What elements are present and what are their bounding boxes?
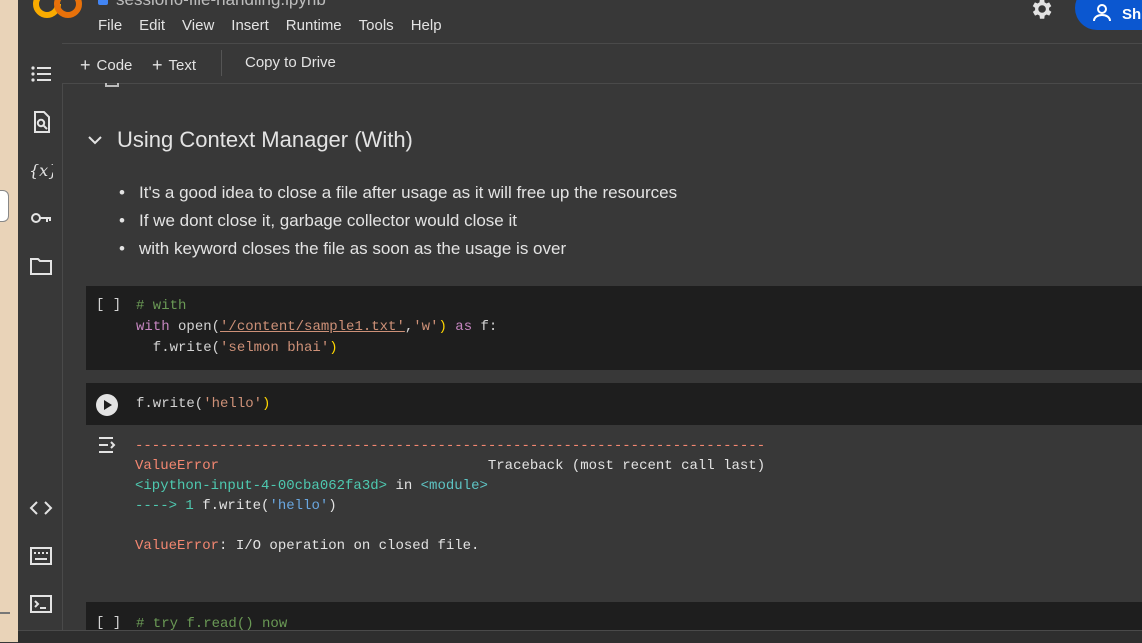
module-ref: <module> (420, 478, 488, 494)
share-label: Sh (1122, 6, 1142, 23)
desktop-edge (0, 0, 18, 642)
code-cell-1[interactable]: [ ] # with with open('/content/sample1.t… (86, 286, 1142, 370)
code-call: f.write( (136, 396, 204, 412)
add-code-label: Code (96, 57, 133, 74)
traceback-label: Traceback (most recent call last) (219, 458, 766, 474)
files-folder-icon[interactable] (29, 254, 53, 278)
left-sidebar: {x} (18, 43, 63, 642)
menu-runtime[interactable]: Runtime (286, 17, 351, 34)
cell-output: ----------------------------------------… (135, 436, 765, 556)
toolbar-divider (221, 50, 222, 76)
plus-icon: + (152, 55, 163, 75)
menu-edit[interactable]: Edit (139, 17, 174, 34)
chevron-down-icon[interactable] (87, 132, 103, 148)
code-string: 'hello' (203, 396, 263, 412)
run-cell-bracket[interactable]: [ ] (96, 615, 121, 630)
menu-help[interactable]: Help (411, 17, 451, 34)
code-paren: ) (329, 340, 338, 356)
edge-tick (0, 612, 10, 614)
copy-to-drive-button[interactable]: Copy to Drive (245, 54, 336, 71)
cell-edge-icon (105, 83, 119, 87)
code-comment: # try f.read() now (136, 616, 288, 630)
secrets-key-icon[interactable] (29, 206, 53, 230)
notebook-toolbar: + Code + Text Copy to Drive (62, 43, 1142, 84)
header: session6-file-handling.ipynb File Edit V… (18, 0, 1142, 42)
variables-icon[interactable]: {x} (29, 158, 53, 182)
traceback-code: f.write( (202, 498, 270, 514)
command-palette-icon[interactable] (29, 544, 53, 568)
notebook-title[interactable]: session6-file-handling.ipynb (116, 0, 326, 9)
menu-file[interactable]: File (98, 17, 131, 34)
menu-view[interactable]: View (182, 17, 223, 34)
notebook-content[interactable]: Using Context Manager (With) It's a good… (63, 83, 1142, 630)
final-error-message: : I/O operation on closed file. (219, 538, 480, 554)
output-actions-icon[interactable] (97, 435, 119, 455)
status-bar (18, 630, 1142, 643)
code-paren: ) (438, 319, 447, 335)
section-title: Using Context Manager (With) (117, 127, 413, 152)
add-text-button[interactable]: + Text (152, 54, 196, 75)
error-name: ValueError (135, 458, 220, 474)
colab-app: session6-file-handling.ipynb File Edit V… (18, 0, 1142, 643)
bullet-list: It's a good idea to close a file after u… (119, 179, 677, 263)
notebook-title-row[interactable]: session6-file-handling.ipynb (98, 0, 326, 10)
share-button[interactable]: Sh (1075, 0, 1142, 30)
traceback-divider: ----------------------------------------… (135, 438, 766, 454)
add-text-label: Text (168, 57, 197, 74)
bullet-item: If we dont close it, garbage collector w… (119, 207, 677, 235)
code-paren: ) (262, 396, 271, 412)
code-var: f: (472, 319, 498, 335)
in-word: in (387, 478, 421, 494)
settings-gear-icon[interactable] (1028, 0, 1054, 22)
svg-text:{x}: {x} (29, 161, 53, 180)
code-editor[interactable]: f.write('hello') (136, 394, 270, 415)
code-comment: # with (136, 298, 187, 314)
ipython-input-link[interactable]: <ipython-input-4-00cba062fa3d> (135, 478, 387, 494)
traceback-arrow: ----> 1 (135, 498, 203, 514)
menubar: File Edit View Insert Runtime Tools Help (98, 17, 459, 34)
table-of-contents-icon[interactable] (29, 62, 53, 86)
code-editor[interactable]: # try f.read() now (136, 614, 287, 630)
plus-icon: + (80, 55, 91, 75)
run-cell-play-icon[interactable] (96, 394, 118, 416)
final-error-name: ValueError (135, 538, 220, 554)
edge-tab (0, 190, 9, 222)
traceback-code-close: ) (328, 498, 337, 514)
code-fn: open( (169, 319, 221, 335)
find-in-page-icon[interactable] (29, 110, 53, 134)
code-snippets-icon[interactable] (29, 496, 53, 520)
code-cell-2[interactable]: f.write('hello') (86, 383, 1142, 425)
terminal-icon[interactable] (29, 592, 53, 616)
person-add-icon (1093, 4, 1111, 22)
traceback-code-string: 'hello' (269, 498, 329, 514)
menu-tools[interactable]: Tools (359, 17, 403, 34)
code-string-path[interactable]: '/content/sample1.txt' (220, 319, 405, 335)
code-keyword-as: as (446, 319, 473, 335)
colab-logo-icon[interactable] (32, 0, 82, 22)
code-string: 'selmon bhai' (220, 340, 330, 356)
code-call: f.write( (136, 340, 221, 356)
code-editor[interactable]: # with with open('/content/sample1.txt',… (136, 296, 497, 359)
bullet-item: It's a good idea to close a file after u… (119, 179, 677, 207)
menu-insert[interactable]: Insert (231, 17, 278, 34)
code-string-mode: 'w' (413, 319, 439, 335)
add-code-button[interactable]: + Code (80, 54, 132, 75)
bullet-item: with keyword closes the file as soon as … (119, 235, 677, 263)
drive-icon (98, 0, 108, 5)
run-cell-bracket[interactable]: [ ] (96, 297, 121, 313)
code-keyword: with (136, 319, 170, 335)
section-header[interactable]: Using Context Manager (With) (87, 127, 413, 153)
code-cell-3[interactable]: [ ] # try f.read() now (86, 602, 1142, 630)
